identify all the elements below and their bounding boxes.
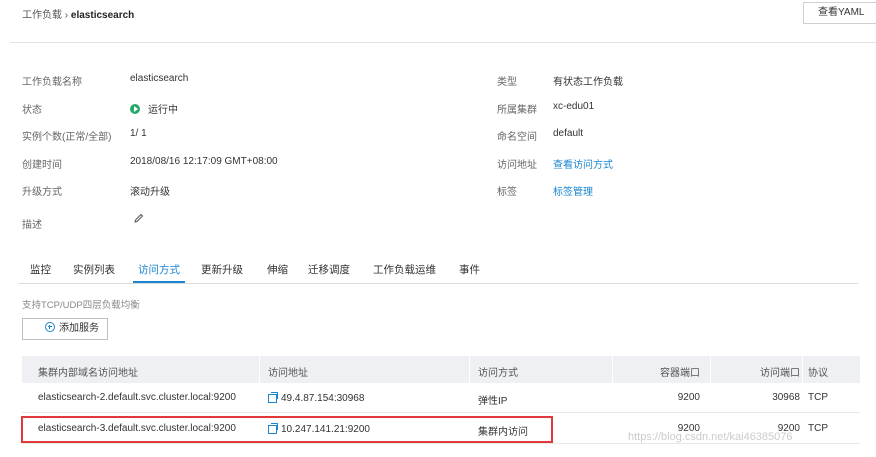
column-divider [259, 356, 260, 383]
cell-protocol: TCP [808, 392, 828, 403]
cell-access-mode: 集群内访问 [478, 427, 528, 438]
play-status-icon [130, 104, 140, 114]
edit-pencil-icon[interactable] [133, 213, 144, 224]
label-workload-name: 工作负载名称 [22, 77, 82, 88]
lb-support-note: 支持TCP/UDP四层负载均衡 [22, 300, 140, 311]
column-divider [469, 356, 470, 383]
value-status: 运行中 [130, 101, 178, 116]
tab-migration-scheduling[interactable]: 迁移调度 [308, 262, 350, 277]
view-yaml-button[interactable]: 查看YAML [803, 2, 876, 24]
label-cluster: 所属集群 [497, 105, 537, 116]
column-divider [802, 356, 803, 383]
label-instance-count: 实例个数(正常/全部) [22, 132, 112, 143]
add-circle-icon [45, 322, 55, 332]
manage-tags-link[interactable]: 标签管理 [553, 183, 593, 198]
view-access-link[interactable]: 查看访问方式 [553, 156, 613, 171]
breadcrumb-parent[interactable]: 工作负载 [22, 10, 62, 21]
label-created-time: 创建时间 [22, 160, 62, 171]
table-row: elasticsearch-2.default.svc.cluster.loca… [22, 383, 860, 413]
label-upgrade-mode: 升级方式 [22, 187, 62, 198]
table-header: 集群内部域名访问地址 访问地址 访问方式 容器端口 访问端口 协议 [22, 356, 860, 383]
header-divider [10, 42, 876, 43]
cell-access-address[interactable]: 10.247.141.21:9200 [268, 423, 370, 435]
th-access-port: 访问端口 [760, 368, 800, 379]
th-internal-domain: 集群内部域名访问地址 [38, 368, 138, 379]
value-cluster: xc-edu01 [553, 101, 595, 112]
label-type: 类型 [497, 77, 517, 88]
active-tab-indicator [133, 281, 185, 283]
tab-scaling[interactable]: 伸缩 [267, 262, 288, 277]
label-access-address: 访问地址 [497, 160, 537, 171]
th-protocol: 协议 [808, 368, 828, 379]
watermark: https://blog.csdn.net/kai46385076 [628, 431, 793, 443]
tab-bar: 监控 实例列表 访问方式 更新升级 伸缩 迁移调度 工作负载运维 事件 [18, 254, 858, 284]
tab-update-upgrade[interactable]: 更新升级 [201, 262, 243, 277]
value-type: 有状态工作负载 [553, 77, 623, 88]
label-description: 描述 [22, 220, 42, 231]
cell-container-port: 9200 [677, 392, 700, 403]
tab-instance-list[interactable]: 实例列表 [73, 262, 115, 277]
add-service-label: 添加服务 [59, 323, 99, 334]
value-upgrade-mode: 滚动升级 [130, 187, 170, 198]
breadcrumb: 工作负载 › elasticsearch [22, 6, 134, 21]
access-address-text: 49.4.87.154:30968 [281, 393, 365, 404]
value-namespace: default [553, 128, 584, 139]
label-namespace: 命名空间 [497, 132, 537, 143]
column-divider [612, 356, 613, 383]
tab-events[interactable]: 事件 [459, 262, 480, 277]
breadcrumb-current: elasticsearch [70, 10, 135, 21]
access-address-text: 10.247.141.21:9200 [281, 424, 370, 435]
tab-access-mode[interactable]: 访问方式 [138, 262, 180, 277]
th-container-port: 容器端口 [660, 368, 700, 379]
value-workload-name: elasticsearch [130, 73, 189, 84]
cell-internal-domain: elasticsearch-3.default.svc.cluster.loca… [38, 423, 236, 434]
copy-icon[interactable] [268, 423, 278, 434]
th-access-address: 访问地址 [268, 368, 308, 379]
label-status: 状态 [22, 105, 42, 116]
cell-access-address[interactable]: 49.4.87.154:30968 [268, 392, 364, 404]
cell-access-mode: 弹性IP [478, 396, 508, 407]
value-created-time: 2018/08/16 12:17:09 GMT+08:00 [130, 156, 278, 167]
copy-icon[interactable] [268, 392, 278, 403]
value-instance-count: 1/ 1 [130, 128, 147, 139]
breadcrumb-separator: › [64, 10, 69, 21]
status-text: 运行中 [148, 105, 178, 116]
add-service-button[interactable]: 添加服务 [22, 318, 108, 340]
tab-monitor[interactable]: 监控 [30, 262, 51, 277]
label-tags: 标签 [497, 187, 517, 198]
column-divider [710, 356, 711, 383]
th-access-mode: 访问方式 [478, 368, 518, 379]
tab-workload-ops[interactable]: 工作负载运维 [373, 262, 436, 277]
cell-protocol: TCP [808, 423, 828, 434]
cell-internal-domain: elasticsearch-2.default.svc.cluster.loca… [38, 392, 236, 403]
cell-access-port: 30968 [772, 392, 800, 403]
